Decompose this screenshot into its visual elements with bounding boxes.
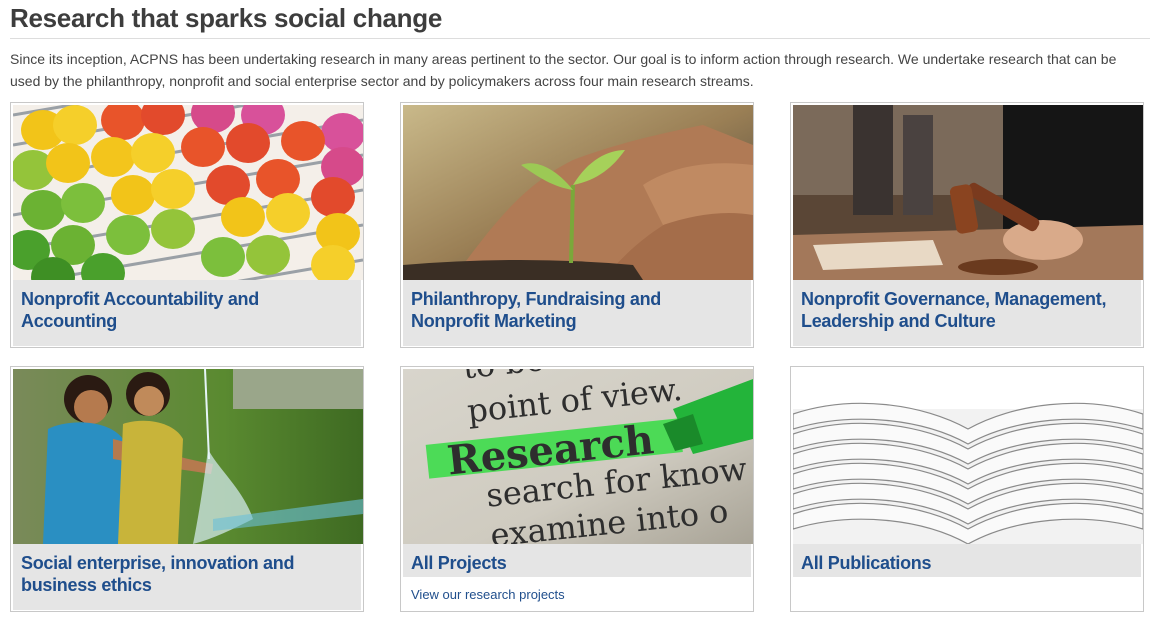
judge-gavel-image <box>793 105 1143 280</box>
card-caption: Nonprofit Governance, Management, Leader… <box>793 280 1141 346</box>
card-caption: All Projects <box>403 544 751 577</box>
card-title[interactable]: Nonprofit Governance, Management, Leader… <box>801 288 1133 332</box>
card-caption: Nonprofit Accountability and Accounting <box>13 280 361 346</box>
card-title[interactable]: Philanthropy, Fundraising and Nonprofit … <box>411 288 743 332</box>
children-water-image <box>13 369 363 544</box>
research-highlight-image: to be point of view. Research search for… <box>403 369 753 544</box>
card-nonprofit-governance[interactable]: Nonprofit Governance, Management, Leader… <box>790 102 1144 348</box>
card-caption: Philanthropy, Fundraising and Nonprofit … <box>403 280 751 346</box>
abacus-image <box>13 105 363 280</box>
title-divider <box>10 38 1150 39</box>
seedling-hands-image <box>403 105 753 280</box>
stacked-books-image <box>793 369 1143 544</box>
page-title: Research that sparks social change <box>10 3 443 33</box>
card-title[interactable]: Social enterprise, innovation and busine… <box>21 552 353 596</box>
card-caption: Social enterprise, innovation and busine… <box>13 544 361 610</box>
card-all-projects[interactable]: to be point of view. Research search for… <box>400 366 754 612</box>
card-title[interactable]: All Publications <box>801 552 1133 574</box>
card-nonprofit-accountability[interactable]: Nonprofit Accountability and Accounting <box>10 102 364 348</box>
card-social-enterprise[interactable]: Social enterprise, innovation and busine… <box>10 366 364 612</box>
card-caption: All Publications <box>793 544 1141 577</box>
card-title[interactable]: All Projects <box>411 552 743 574</box>
card-all-publications[interactable]: All Publications <box>790 366 1144 612</box>
view-research-projects-link[interactable]: View our research projects <box>403 577 751 602</box>
intro-paragraph: Since its inception, ACPNS has been unde… <box>10 51 1117 89</box>
card-title[interactable]: Nonprofit Accountability and Accounting <box>21 288 353 332</box>
card-philanthropy-fundraising[interactable]: Philanthropy, Fundraising and Nonprofit … <box>400 102 754 348</box>
